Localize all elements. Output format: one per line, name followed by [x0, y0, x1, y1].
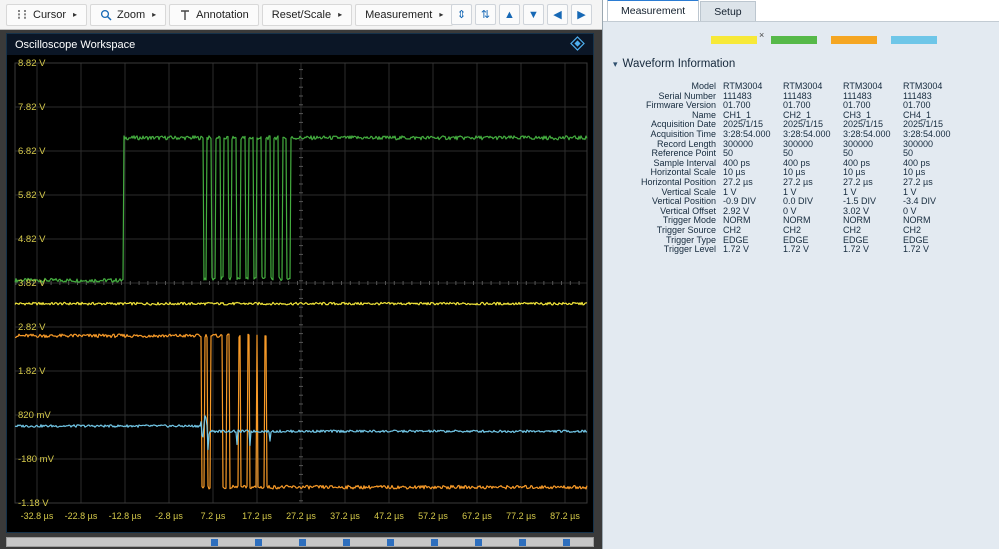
x-axis-label: -22.8 µs — [65, 511, 98, 521]
info-panel: Measurement Setup × ▾ Waveform Informati… — [602, 0, 999, 549]
toolbar: Cursor ▸ Zoom ▸ Annotation Reset/Scale ▸ Measur… — [0, 0, 602, 30]
waveform-swatch-4[interactable] — [891, 36, 937, 46]
y-axis-label: 3.82 V — [18, 278, 46, 289]
zoom-icon — [100, 9, 112, 21]
waveform-info-header[interactable]: ▾ Waveform Information — [613, 58, 735, 70]
y-axis-label: 1.82 V — [18, 366, 46, 377]
x-axis-label: 47.2 µs — [374, 511, 404, 521]
scrollbar-square[interactable] — [431, 539, 438, 546]
scrollbar-square[interactable] — [475, 539, 482, 546]
x-axis-label: 37.2 µs — [330, 511, 360, 521]
scrollbar-square[interactable] — [387, 539, 394, 546]
scrollbar-square[interactable] — [563, 539, 570, 546]
x-axis-label: -2.8 µs — [155, 511, 183, 521]
panel-content: × ▾ Waveform Information Model RTM3004 RTM… — [603, 22, 999, 549]
annotation-icon — [179, 9, 191, 21]
reset-scale-menu-button[interactable]: Reset/Scale ▸ — [261, 3, 353, 26]
horizontal-scrollbar[interactable] — [6, 537, 594, 547]
info-value: 1.72 V — [843, 244, 870, 255]
move-up-button[interactable]: ▲ — [499, 4, 520, 25]
scope-pane: Cursor ▸ Zoom ▸ Annotation Reset/Scale ▸ Measur… — [0, 0, 602, 549]
info-value: 1.72 V — [903, 244, 930, 255]
x-axis-label: 57.2 µs — [418, 511, 448, 521]
expand-vertical-button[interactable]: ⇕ — [451, 4, 472, 25]
x-axis-label: 67.2 µs — [462, 511, 492, 521]
y-axis-label: 5.82 V — [18, 190, 46, 201]
menu-label: Zoom — [117, 8, 146, 21]
move-right-button[interactable]: ▶ — [571, 4, 592, 25]
channel-color-bar[interactable] — [891, 36, 937, 44]
menu-label: Measurement — [365, 8, 433, 21]
cursor-menu-button[interactable]: Cursor ▸ — [6, 3, 88, 26]
collapse-triangle-icon: ▾ — [613, 58, 618, 69]
waveform-swatch-1[interactable]: × — [711, 31, 764, 46]
compress-vertical-button[interactable]: ⇅ — [475, 4, 496, 25]
scrollbar-square[interactable] — [211, 539, 218, 546]
panel-tabs: Measurement Setup — [603, 0, 999, 22]
waveform-swatch-2[interactable] — [771, 36, 817, 46]
toolbar-menus: Cursor ▸ Zoom ▸ Annotation Reset/Scale ▸ Measur… — [6, 3, 456, 26]
y-axis-label: 7.82 V — [18, 102, 46, 113]
workspace-header: Oscilloscope Workspace — [7, 34, 593, 55]
dropdown-arrow-icon: ▸ — [73, 10, 78, 19]
channel-color-bar[interactable] — [831, 36, 877, 44]
tab-measurement[interactable]: Measurement — [607, 0, 700, 21]
channel-color-bar[interactable] — [771, 36, 817, 44]
dropdown-arrow-icon: ▸ — [338, 10, 343, 19]
waveform-info-table: Model RTM3004 RTM3004 RTM3004 RTM3004 Serial … — [603, 81, 963, 255]
scrollbar-square[interactable] — [255, 539, 262, 546]
close-icon[interactable]: × — [759, 31, 764, 40]
y-axis-label: 2.82 V — [18, 322, 46, 333]
menu-label: Annotation — [196, 8, 249, 21]
x-axis-label: -12.8 µs — [109, 511, 142, 521]
channel-color-bar[interactable] — [711, 36, 757, 44]
rohde-schwarz-logo-icon — [570, 35, 585, 54]
y-axis-label: -180 mV — [18, 454, 55, 465]
y-axis-label: 4.82 V — [18, 234, 46, 245]
x-axis-label: 77.2 µs — [506, 511, 536, 521]
measurement-menu-button[interactable]: Measurement ▸ — [355, 3, 454, 26]
zoom-menu-button[interactable]: Zoom ▸ — [90, 3, 167, 26]
cursor-icon — [16, 9, 28, 21]
y-axis-label: 820 mV — [18, 410, 51, 421]
move-left-button[interactable]: ◀ — [547, 4, 568, 25]
info-value: 1.72 V — [783, 244, 810, 255]
move-down-button[interactable]: ▼ — [523, 4, 544, 25]
toolbar-arrow-buttons: ⇕ ⇅ ▲ ▼ ◀ ▶ — [451, 4, 592, 25]
waveform-swatch-3[interactable] — [831, 36, 877, 46]
x-axis-label: 87.2 µs — [550, 511, 580, 521]
x-axis-label: 17.2 µs — [242, 511, 272, 521]
menu-label: Cursor — [33, 8, 67, 21]
scope-plot[interactable]: 8.82 V 7.82 V 6.82 V 5.82 V 4.82 V 3.82 V 2.82… — [7, 55, 593, 532]
info-label: Trigger Level — [663, 244, 716, 255]
scrollbar-square[interactable] — [519, 539, 526, 546]
y-axis-label: -1.18 V — [18, 498, 49, 509]
info-value: 1.72 V — [723, 244, 750, 255]
workspace-title: Oscilloscope Workspace — [15, 38, 136, 51]
dropdown-arrow-icon: ▸ — [439, 10, 444, 19]
scrollbar-square[interactable] — [343, 539, 350, 546]
x-axis-label: 27.2 µs — [286, 511, 316, 521]
oscilloscope-workspace: Oscilloscope Workspace 8.82 V 7.82 V 6.82 … — [6, 33, 594, 533]
dropdown-arrow-icon: ▸ — [152, 10, 157, 19]
annotation-menu-button[interactable]: Annotation — [169, 3, 259, 26]
y-axis-label: 6.82 V — [18, 146, 46, 157]
menu-label: Reset/Scale — [271, 8, 332, 21]
x-axis-label: -32.8 µs — [21, 511, 54, 521]
tab-setup[interactable]: Setup — [700, 1, 756, 21]
section-title: Waveform Information — [622, 58, 736, 70]
x-axis-label: 7.2 µs — [201, 511, 226, 521]
waveform-swatches: × — [711, 31, 937, 46]
y-axis-label: 8.82 V — [18, 58, 46, 69]
scrollbar-square[interactable] — [299, 539, 306, 546]
